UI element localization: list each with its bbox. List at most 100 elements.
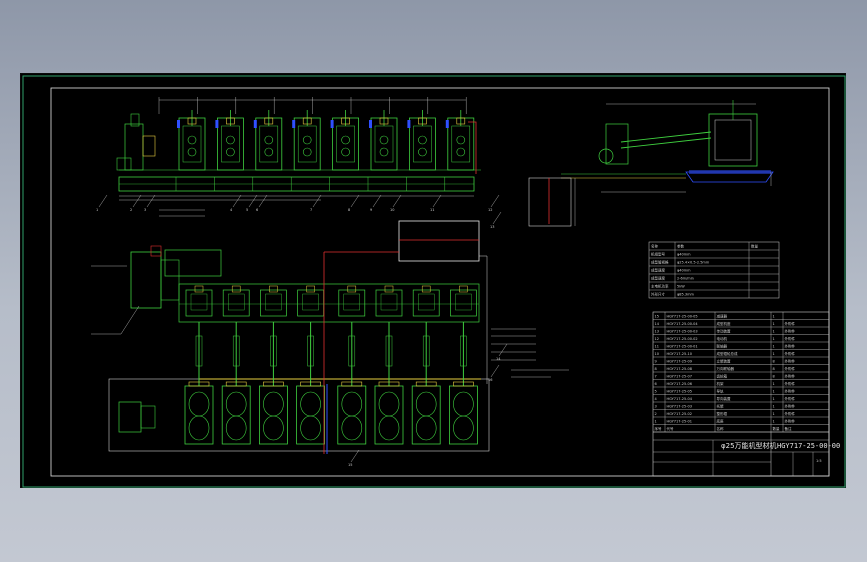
callout-label: 7 — [310, 208, 312, 212]
platform-frame — [108, 378, 490, 452]
spec-table: 名称 参数 数量机组型号 φ40mm 成型管规格 φ25.4×0.5-2.5mm 成型速度 φ… — [648, 241, 780, 299]
main-motor — [130, 251, 162, 309]
cardan-shaft — [195, 322, 203, 386]
forming-stand-plan — [221, 381, 251, 445]
gearbox-plan — [297, 285, 324, 317]
spec-cell: 成型速度 — [651, 276, 665, 281]
callout-label: 5 — [246, 208, 248, 212]
callout-13: 13 — [490, 211, 502, 229]
outer-border — [22, 75, 846, 488]
callout-label: 13 — [490, 225, 494, 229]
callout-6: 6 — [256, 194, 268, 212]
cardan-shaft — [460, 322, 467, 386]
parts-cell: HGY717-25-00-02 — [667, 337, 698, 341]
parts-cell: 外购件 — [785, 373, 796, 378]
parts-cell: 托辊 — [717, 403, 725, 408]
title-block: 15 HGY717-25-00-05 减速器 114 HGY717-25-00-04 成型… — [652, 311, 840, 477]
parts-cell: 外购件 — [785, 358, 796, 363]
parts-cell: HGY717-25-00-01 — [667, 344, 698, 348]
water-tank — [398, 220, 480, 262]
parts-cell: 11 — [655, 344, 659, 348]
parts-cell: 外购件 — [785, 336, 796, 341]
spec-header-cell: 数量 — [751, 244, 759, 249]
callout-label: 11 — [430, 208, 434, 212]
parts-cell: 1 — [773, 382, 775, 386]
callout-9: 9 — [370, 194, 382, 212]
callout-16: 16 — [488, 364, 500, 382]
forming-stand-side — [406, 110, 436, 191]
callout-label: 15 — [348, 463, 352, 467]
callout-7: 7 — [310, 194, 322, 212]
callout-label: 6 — [256, 208, 258, 212]
forming-stand-plan — [258, 381, 288, 445]
forming-stand-side — [367, 110, 398, 191]
parts-cell: HGY717-25-00-03 — [667, 329, 698, 333]
forming-stand-side — [214, 110, 244, 191]
parts-cell: 联轴器 — [717, 343, 728, 348]
spec-cell: 成型速度 — [651, 268, 665, 273]
part-callouts: 1 2 3 4 5 6 7 8 9 10 11 1213141516 — [96, 194, 508, 467]
callout-11: 11 — [430, 194, 442, 212]
drawing-title: φ25万能机型材机 — [721, 441, 777, 450]
spec-cell: φ25.4×0.5-2.5mm — [677, 261, 710, 265]
parts-cell: 4 — [655, 397, 658, 401]
parts-cell: 立辊装置 — [717, 358, 731, 363]
parts-header-cell: 名称 — [717, 426, 725, 431]
gearbox-plan — [450, 285, 477, 317]
callout-label: 14 — [496, 357, 501, 361]
parts-cell: 整形辊 — [717, 411, 728, 416]
parts-cell: 8 — [773, 374, 775, 378]
parts-cell: 齿轮箱 — [717, 373, 728, 378]
cad-viewport[interactable]: 1 2 3 4 5 6 7 8 9 10 11 12 13 14 15 16 名称 参数 数量 机组型号 φ40mm 成… — [20, 73, 846, 488]
reducer — [164, 249, 222, 277]
parts-cell: HGY717-25-00-05 — [667, 314, 698, 318]
callout-14: 14 — [496, 343, 508, 361]
parts-cell: 1 — [773, 352, 775, 356]
cad-drawing: 1 2 3 4 5 6 7 8 9 10 11 1213141516 名称 参数 数量机组型号 φ40mm成… — [22, 75, 846, 488]
parts-cell: 14 — [655, 322, 660, 326]
motor-notes — [91, 209, 205, 335]
parts-cell: 导轨 — [717, 388, 725, 393]
parts-cell: 外购件 — [785, 411, 796, 416]
parts-header-cell: 备注 — [785, 426, 793, 431]
parts-cell: 1 — [773, 322, 775, 326]
drawing-number: HGY717-25-00-00 — [777, 442, 840, 450]
parts-cell: HGY717-25-04 — [667, 397, 693, 401]
parts-cell: 1 — [773, 389, 775, 393]
plan-notes — [491, 328, 569, 378]
callout-label: 4 — [230, 208, 233, 212]
parts-cell: HGY717-25-03 — [667, 404, 692, 408]
cardan-shaft — [307, 322, 314, 386]
forming-stand-side — [290, 110, 321, 191]
parts-header-cell: 数量 — [773, 426, 781, 431]
drawing-scale: 1:5 — [816, 459, 822, 463]
parts-cell: 9 — [655, 359, 657, 363]
cardan-shaft — [422, 322, 430, 386]
parts-cell: 8 — [655, 367, 657, 371]
forming-stand-plan — [411, 381, 441, 445]
parts-cell: 外购件 — [785, 381, 796, 386]
callout-2: 2 — [130, 194, 142, 212]
spec-cell: 5kW — [677, 285, 685, 289]
parts-cell: 1 — [655, 419, 657, 423]
plan-view — [91, 209, 569, 454]
spec-cell: φ40mm — [677, 269, 691, 273]
cardan-shaft — [270, 322, 277, 386]
parts-cell: HGY717-25-09 — [667, 359, 692, 363]
parts-cell: 外购件 — [785, 351, 796, 356]
parts-cell: HGY717-25-08 — [667, 367, 692, 371]
forming-stand-side — [175, 110, 206, 191]
parts-cell: 1 — [773, 412, 775, 416]
forming-stand-side — [252, 110, 283, 191]
parts-cell: 万向联轴器 — [717, 366, 735, 371]
callout-10: 10 — [390, 194, 402, 212]
parts-cell: HGY717-25-06 — [667, 382, 692, 386]
gearbox-plan — [412, 285, 440, 317]
parts-cell: 外购件 — [785, 343, 796, 348]
parts-cell: 1 — [773, 337, 775, 341]
parts-cell: 成型机座 — [717, 321, 731, 326]
parts-cell: HGY717-25-10 — [667, 352, 692, 356]
callout-label: 2 — [130, 208, 132, 212]
callout-label: 16 — [488, 378, 492, 382]
cardan-shaft — [232, 322, 240, 386]
